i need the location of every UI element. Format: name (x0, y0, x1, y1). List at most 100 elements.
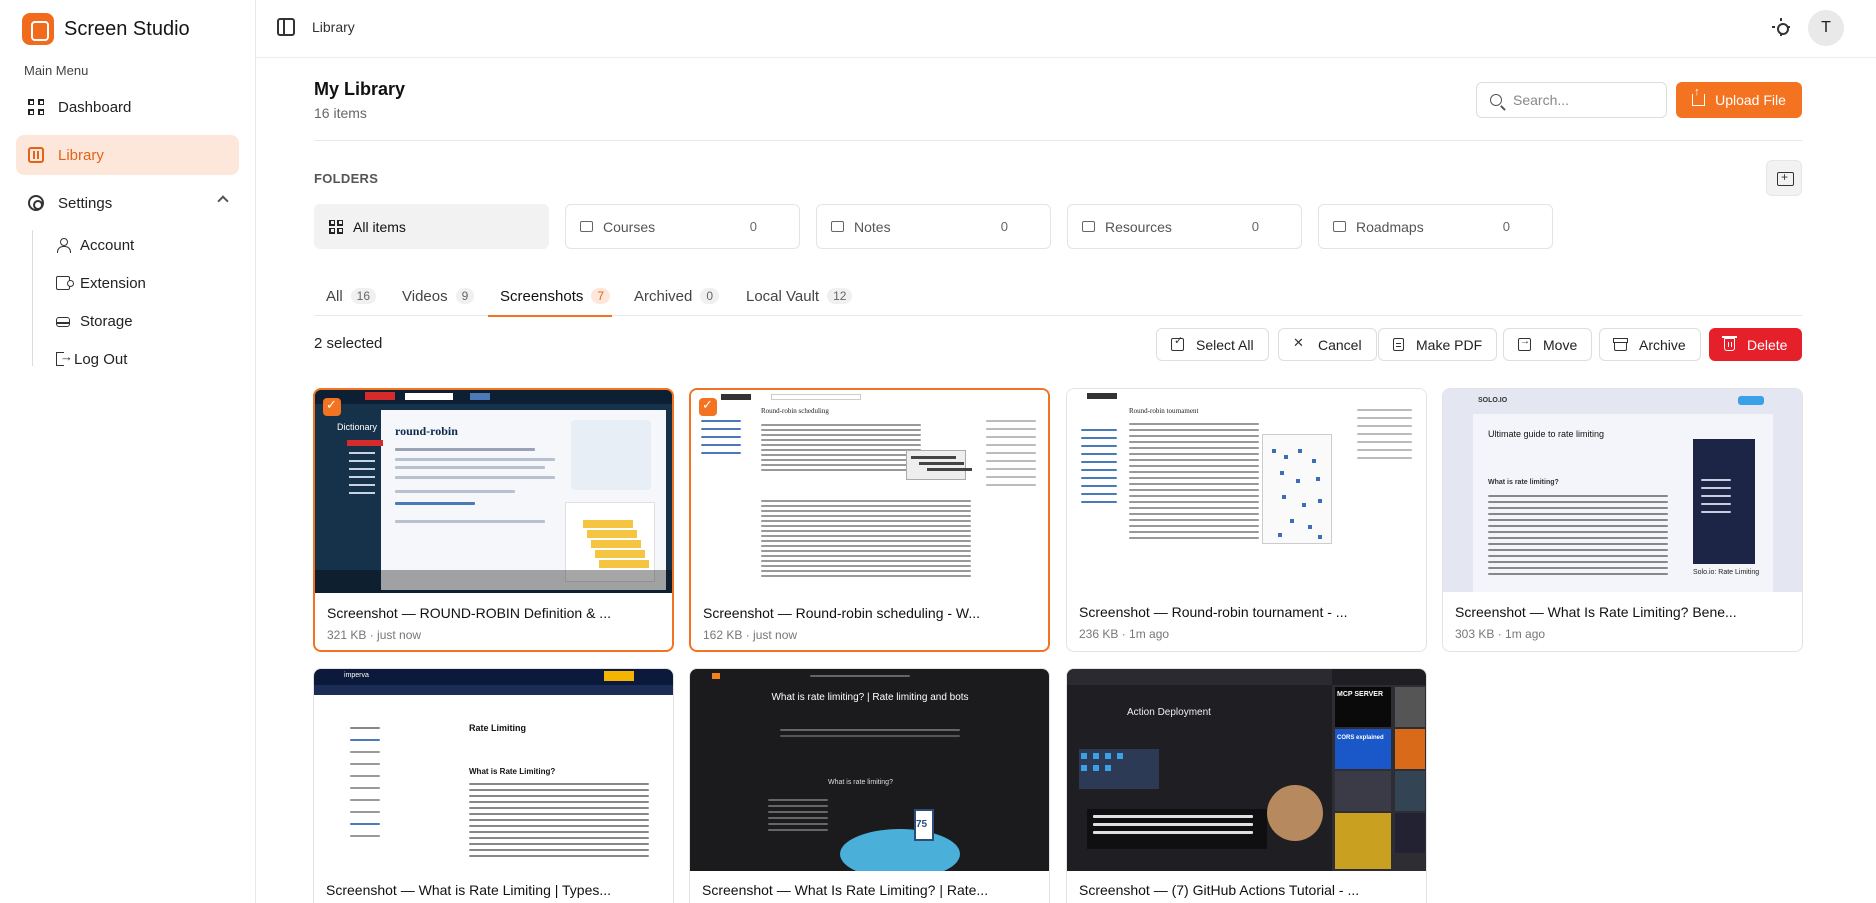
upload-icon (1692, 86, 1706, 106)
tab-archived[interactable]: Archived 0 (634, 276, 720, 316)
screenshot-card[interactable]: Action Deployment MCP SERVER CORS explai… (1066, 668, 1427, 903)
folder-icon (1082, 221, 1095, 232)
tab-videos[interactable]: Videos 9 (402, 276, 475, 316)
cancel-label: Cancel (1318, 336, 1362, 353)
sidebar-toggle-icon[interactable] (277, 18, 295, 36)
grid-icon (329, 219, 343, 234)
folder-courses[interactable]: Courses 0 (565, 204, 800, 249)
library-icon (28, 147, 44, 163)
folders-heading: FOLDERS (314, 171, 379, 186)
filter-tabs: All 16 Videos 9 Screenshots 7 Archived 0… (314, 276, 1802, 317)
folder-name: Notes (854, 218, 891, 235)
main-menu-heading: Main Menu (24, 63, 89, 78)
gear-icon (28, 195, 44, 211)
folder-count: 0 (1000, 219, 1008, 234)
card-thumbnail: Dictionary round-robin (315, 390, 672, 593)
card-thumbnail: What is rate limiting? | Rate limiting a… (690, 669, 1049, 871)
nav-logout-label: Log Out (74, 350, 128, 368)
thumb-text: Solo.io: Rate Limiting (1693, 569, 1760, 576)
archive-label: Archive (1639, 336, 1686, 353)
sidebar: Screen Studio Main Menu Dashboard Librar… (0, 0, 256, 903)
selected-checkbox[interactable] (699, 397, 717, 416)
tab-local-vault[interactable]: Local Vault 12 (746, 276, 853, 316)
thumb-text: Dictionary (337, 422, 378, 432)
tab-label: Local Vault (746, 287, 820, 305)
folder-roadmaps[interactable]: Roadmaps 0 (1318, 204, 1553, 249)
document-icon (1393, 338, 1404, 351)
tab-label: All (326, 287, 343, 305)
nav-settings[interactable]: Settings (16, 183, 239, 223)
search-input[interactable] (1513, 92, 1653, 108)
screenshot-card[interactable]: Dictionary round-robin Screenshot — ROUN… (313, 388, 674, 652)
card-title: Screenshot — What Is Rate Limiting? | Ra… (702, 882, 989, 898)
card-thumbnail: imperva Rate Limiting What is Rate Limit… (314, 669, 673, 871)
app-name: Screen Studio (64, 17, 190, 40)
nav-logout[interactable]: Log Out (56, 346, 127, 372)
tab-count: 12 (827, 288, 853, 304)
select-all-label: Select All (1196, 336, 1254, 353)
archive-button[interactable]: Archive (1599, 328, 1701, 361)
tab-all[interactable]: All 16 (326, 276, 377, 316)
thumb-text: Action Deployment (1127, 707, 1211, 718)
upload-file-label: Upload File (1715, 92, 1786, 108)
theme-toggle-sun-icon[interactable] (1772, 18, 1790, 36)
thumb-text: Ultimate guide to rate limiting (1488, 429, 1605, 439)
folder-resources[interactable]: Resources 0 (1067, 204, 1302, 249)
cancel-button[interactable]: Cancel (1278, 328, 1377, 361)
avatar[interactable]: T (1808, 10, 1844, 46)
screenshot-card[interactable]: imperva Rate Limiting What is Rate Limit… (313, 668, 674, 903)
make-pdf-label: Make PDF (1416, 336, 1483, 353)
chevron-up-icon (217, 195, 229, 207)
topbar: Library T (256, 0, 1876, 58)
card-thumbnail: Round-robin scheduling (691, 390, 1048, 593)
upload-file-button[interactable]: Upload File (1676, 82, 1802, 118)
nav-account[interactable]: Account (56, 232, 134, 258)
search-field[interactable] (1476, 82, 1667, 118)
folder-count: 0 (1502, 219, 1510, 234)
delete-label: Delete (1747, 336, 1788, 353)
folder-name: Roadmaps (1356, 218, 1424, 235)
screenshot-card[interactable]: What is rate limiting? | Rate limiting a… (689, 668, 1050, 903)
settings-tree-line (32, 230, 33, 366)
tab-count: 9 (455, 288, 475, 304)
folder-move-icon (1518, 336, 1531, 351)
new-folder-icon[interactable] (1766, 160, 1802, 196)
nav-library[interactable]: Library (16, 135, 239, 175)
header-divider (314, 140, 1802, 141)
nav-dashboard[interactable]: Dashboard (16, 87, 239, 127)
move-button[interactable]: Move (1503, 328, 1593, 361)
screenshot-card[interactable]: Round-robin tournament Screenshot — Roun… (1066, 388, 1427, 652)
card-thumbnail: Round-robin tournament (1067, 389, 1426, 592)
tab-count: 16 (350, 288, 377, 304)
thumb-text: Round-robin scheduling (761, 407, 829, 415)
search-icon (1490, 94, 1502, 106)
card-meta: 321 KB · just now (327, 628, 422, 642)
folder-count: 0 (749, 219, 757, 234)
thumb-text: 75 (916, 819, 928, 830)
archive-icon (1613, 337, 1628, 351)
delete-button[interactable]: Delete (1709, 328, 1803, 361)
trash-icon (1722, 336, 1737, 351)
breadcrumb: Library (312, 19, 355, 35)
card-meta: 303 KB · 1m ago (1455, 627, 1546, 641)
selected-checkbox[interactable] (323, 397, 341, 416)
folder-notes[interactable]: Notes 0 (816, 204, 1051, 249)
brand[interactable]: Screen Studio (22, 13, 190, 45)
screenshot-card[interactable]: SOLO.IO Ultimate guide to rate limiting … (1442, 388, 1803, 652)
folder-name: All items (353, 218, 406, 235)
screenshot-card[interactable]: Round-robin scheduling Screenshot — Roun… (689, 388, 1050, 652)
nav-extension[interactable]: Extension (56, 270, 146, 296)
nav-storage[interactable]: Storage (56, 308, 133, 334)
folder-all-items[interactable]: All items (314, 204, 549, 249)
select-all-button[interactable]: Select All (1156, 328, 1269, 361)
tab-count: 0 (700, 288, 720, 304)
folder-icon (1333, 221, 1346, 232)
folder-name: Courses (603, 218, 656, 235)
tab-screenshots[interactable]: Screenshots 7 (487, 276, 613, 317)
check-square-icon (1171, 334, 1184, 351)
folder-icon (831, 221, 844, 232)
thumb-text: Round-robin tournament (1129, 407, 1199, 415)
thumb-text: MCP SERVER (1337, 691, 1384, 698)
nav-account-label: Account (80, 236, 135, 254)
make-pdf-button[interactable]: Make PDF (1378, 328, 1498, 361)
